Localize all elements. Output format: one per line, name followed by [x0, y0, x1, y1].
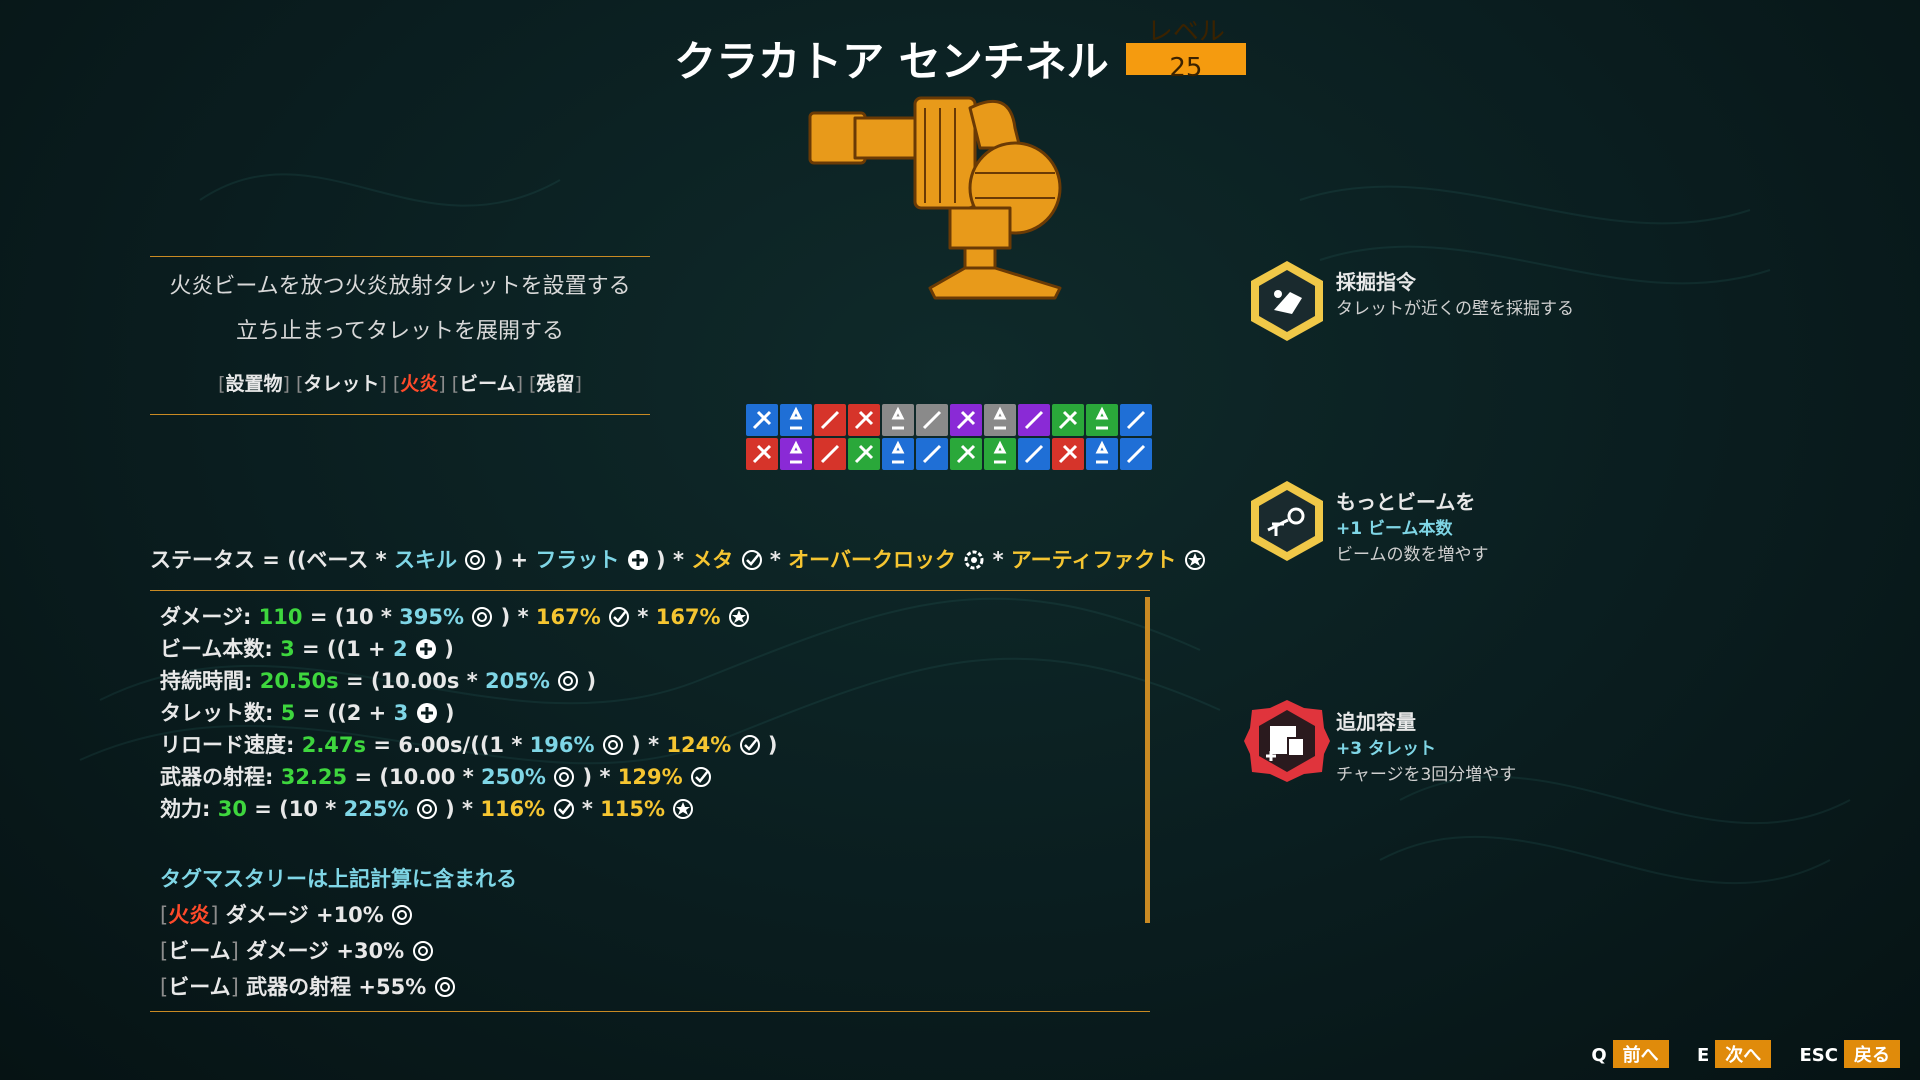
stats-panel[interactable]: ダメージ: 110 = (10 * 395% ) * 167% * 167% ビ… [150, 590, 1150, 1012]
skill-title: クラカトア センチネル [674, 37, 1109, 86]
stat-weapon-range: 武器の射程: 32.25 = (10.00 * 250% ) * 129% [160, 761, 712, 791]
key-hint: ESC [1799, 1045, 1838, 1066]
ability-name: 追加容量 [1336, 710, 1416, 734]
tag-item-fire: 火炎 [400, 373, 439, 395]
title-bar: クラカトア センチネル レベル 25 [0, 19, 1920, 89]
formula-skill: スキル [393, 548, 457, 572]
upgrade-icon[interactable] [1120, 404, 1152, 436]
skill-icon [416, 799, 437, 819]
upgrade-icon[interactable] [814, 404, 846, 436]
stat-beam-count: ビーム本数: 3 = ((1 + 2 ) [160, 637, 454, 661]
description-line-2: 立ち止まってタレットを展開する [235, 319, 565, 344]
upgrade-icon[interactable] [1018, 404, 1050, 436]
ability-name: もっとビームを [1336, 490, 1476, 514]
upgrade-icon[interactable] [950, 404, 982, 436]
level-badge: レベル 25 [1125, 19, 1246, 83]
meta-check-icon [741, 550, 762, 570]
formula-artifact: アーティファクト [1010, 548, 1177, 572]
overclock-icon [964, 550, 984, 570]
skill-icon [392, 905, 413, 925]
level-value: 25 [1169, 52, 1203, 83]
more-beams-icon [1251, 481, 1323, 561]
artifact-icon [728, 607, 749, 627]
mastery-item: [ビーム] 武器の射程 +55% [160, 971, 456, 1001]
key-hint: Q [1591, 1045, 1607, 1066]
stats-scrollbar[interactable] [1145, 597, 1150, 923]
upgrade-icon[interactable] [1120, 438, 1152, 470]
upgrade-icon[interactable] [848, 404, 880, 436]
level-label: レベル [1146, 16, 1225, 47]
tag-item: ビーム [459, 373, 516, 395]
ability-bonus: +3 タレット [1336, 739, 1436, 759]
status-formula: ステータス = ((ベース * スキル ) + フラット ) * メタ * オー… [150, 544, 1206, 574]
flat-plus-icon [415, 639, 436, 659]
ability-bonus: +1 ビーム本数 [1336, 519, 1453, 539]
artifact-icon [1184, 550, 1205, 570]
ability-desc: ビームの数を増やす [1336, 545, 1489, 565]
description-line-1: 火炎ビームを放つ火炎放射タレットを設置する [169, 274, 631, 299]
upgrade-icon[interactable] [882, 438, 914, 470]
stat-turret-count: タレット数: 5 = ((2 + 3 ) [160, 701, 455, 725]
artifact-icon [673, 799, 694, 819]
ability-desc: タレットが近くの壁を採掘する [1336, 299, 1574, 319]
extra-capacity-icon [1244, 700, 1330, 782]
meta-check-icon [609, 607, 630, 627]
stat-reload-speed: リロード速度: 2.47s = 6.00s/((1 * 196% ) * 124… [160, 733, 778, 757]
flat-plus-icon [416, 703, 437, 723]
back-button[interactable]: 戻る [1844, 1040, 1900, 1068]
bottom-navigation: Q 前へ E 次へ ESC 戻る [1569, 1040, 1900, 1068]
mining-icon [1251, 261, 1323, 341]
tag-item: 設置物 [225, 373, 283, 395]
skill-icon [554, 767, 575, 787]
ability-name: 採掘指令 [1336, 270, 1416, 294]
upgrade-icon[interactable] [780, 438, 812, 470]
upgrade-icon[interactable] [1086, 404, 1118, 436]
upgrade-icon[interactable] [780, 404, 812, 436]
formula-overclock: オーバークロック [788, 548, 956, 572]
skill-icon [602, 735, 623, 755]
skill-icon [558, 671, 579, 691]
turret-illustration [808, 96, 1062, 300]
description-panel: 火炎ビームを放つ火炎放射タレットを設置する 立ち止まってタレットを展開する [設… [150, 256, 650, 415]
upgrade-icon[interactable] [882, 404, 914, 436]
mastery-item: [火炎] ダメージ +10% [160, 899, 413, 929]
mastery-item: [ビーム] ダメージ +30% [160, 935, 434, 965]
tag-item: 残留 [536, 373, 575, 395]
flat-plus-icon [627, 550, 648, 570]
mastery-heading: タグマスタリーは上記計算に含まれる [160, 867, 517, 891]
skill-icon [412, 941, 433, 961]
stat-effectiveness: 効力: 30 = (10 * 225% ) * 116% * 115% [160, 793, 694, 823]
formula-prefix: ステータス = ((ベース * [150, 548, 394, 572]
upgrade-icon[interactable] [1018, 438, 1050, 470]
upgrade-icon[interactable] [746, 404, 778, 436]
key-hint: E [1696, 1045, 1710, 1066]
ability-desc: チャージを3回分増やす [1336, 765, 1517, 785]
skill-icon [472, 607, 493, 627]
upgrade-icon[interactable] [950, 438, 982, 470]
upgrade-icon[interactable] [848, 438, 880, 470]
upgrade-icon[interactable] [1052, 438, 1084, 470]
skill-icon [465, 550, 486, 570]
meta-check-icon [739, 735, 760, 755]
stat-duration: 持続時間: 20.50s = (10.00s * 205% ) [160, 669, 597, 693]
prev-button[interactable]: 前へ [1612, 1040, 1669, 1068]
upgrade-icon[interactable] [916, 438, 948, 470]
upgrade-icon[interactable] [984, 404, 1016, 436]
meta-check-icon [690, 767, 711, 787]
upgrade-icon[interactable] [1052, 404, 1084, 436]
upgrade-icon[interactable] [916, 404, 948, 436]
formula-meta: メタ [691, 548, 734, 572]
upgrade-icon[interactable] [746, 438, 778, 470]
stat-damage: ダメージ: 110 = (10 * 395% ) * 167% * 167% [160, 601, 750, 631]
tag-item: タレット [303, 373, 380, 395]
meta-check-icon [553, 799, 574, 819]
skill-icon [434, 977, 455, 997]
next-button[interactable]: 次へ [1715, 1040, 1772, 1068]
upgrade-icon[interactable] [814, 438, 846, 470]
upgrade-icon[interactable] [984, 438, 1016, 470]
formula-flat: フラット [535, 548, 620, 572]
upgrade-icon[interactable] [1086, 438, 1118, 470]
tag-list: [設置物] [タレット] [火炎] [ビーム] [残留] [218, 373, 582, 395]
